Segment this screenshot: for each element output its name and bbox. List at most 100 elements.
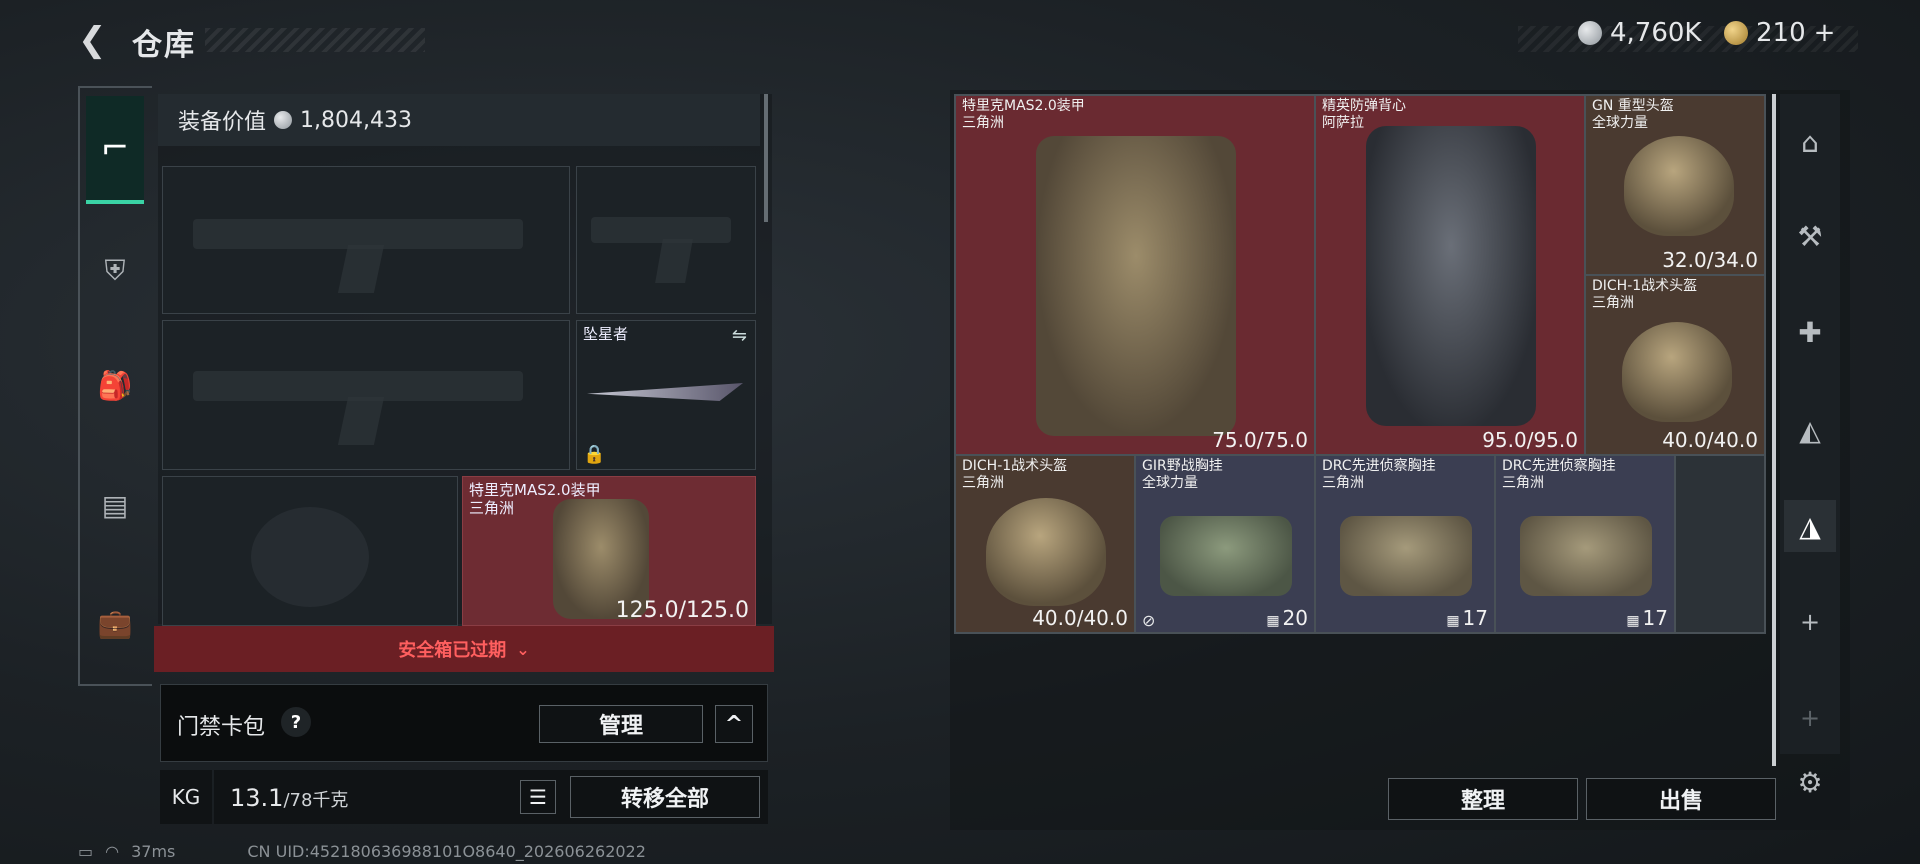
medkit-filter-icon[interactable]: ✚ <box>1784 306 1836 358</box>
knife-image <box>587 383 743 401</box>
item-capacity: ▦ 20 <box>1266 606 1308 630</box>
pistol-slot[interactable] <box>576 166 756 314</box>
ping-value: 37ms <box>131 842 176 861</box>
capacity-value: 17 <box>1462 606 1488 630</box>
armor-image <box>1036 136 1236 436</box>
help-icon[interactable]: ? <box>281 707 311 737</box>
rifle-grip-silhouette <box>337 397 385 445</box>
keycard-label: 门禁卡包 <box>177 715 266 740</box>
sell-button[interactable]: 出售 <box>1586 778 1776 820</box>
safebox-expired-banner[interactable]: 安全箱已过期 ⌄ <box>154 626 774 672</box>
back-icon[interactable]: ❮ <box>78 20 112 60</box>
selected-filter-icon[interactable]: ◮ <box>1784 500 1836 552</box>
armor-slot[interactable]: 特里克MAS2.0装甲 三角洲 125.0/125.0 <box>462 476 756 626</box>
silver-coin-icon <box>1578 21 1602 45</box>
item-label: 特里克MAS2.0装甲 三角洲 <box>962 98 1085 132</box>
tab-weapons[interactable]: ⌐ <box>86 96 144 204</box>
gold-amount: 210 <box>1756 18 1806 48</box>
weight-max: /78千克 <box>283 790 349 811</box>
capacity-value: 17 <box>1642 606 1668 630</box>
inventory-scrollbar[interactable] <box>1772 94 1776 766</box>
transfer-all-button[interactable]: 转移全部 <box>570 776 760 818</box>
currency-gold[interactable]: 210 + <box>1724 18 1835 48</box>
inventory-item[interactable]: DRC先进侦察胸挂 三角洲 ▦ 17 <box>1315 455 1495 633</box>
primary-weapon-slot[interactable] <box>162 166 570 314</box>
melee-name: 坠星者 <box>583 325 629 343</box>
item-name: GN 重型头盔 <box>1592 98 1674 114</box>
swap-icon[interactable]: ⇋ <box>732 325 747 346</box>
gold-coin-icon <box>1724 21 1748 45</box>
safebox-text: 安全箱已过期 <box>398 640 507 661</box>
grid-capacity-icon: ▦ <box>1626 613 1640 629</box>
item-label: DRC先进侦察胸挂 三角洲 <box>1322 458 1436 492</box>
status-bar: ▭ ◠ 37ms CN UID:452180636988101O8640_202… <box>78 842 646 861</box>
collapse-button[interactable]: ^ <box>715 705 753 743</box>
chest-rig-image <box>1160 516 1292 596</box>
no-insure-icon: ⊘ <box>1142 611 1156 630</box>
item-source: 全球力量 <box>1142 475 1198 491</box>
list-view-icon[interactable]: ☰ <box>520 780 556 814</box>
item-capacity: ▦ 17 <box>1626 606 1668 630</box>
helmet-slot[interactable] <box>162 476 458 626</box>
tab-backpack[interactable]: 🎒 <box>86 356 144 414</box>
inventory-grid: 特里克MAS2.0装甲 三角洲 75.0/75.0 精英防弹背心 阿萨拉 95.0/… <box>954 94 1766 634</box>
sort-button[interactable]: 整理 <box>1388 778 1578 820</box>
item-source: 三角洲 <box>1502 475 1544 491</box>
weapon-filter-icon[interactable]: ⚒ <box>1784 210 1836 262</box>
item-durability: 32.0/34.0 <box>1662 248 1758 272</box>
chest-rig-image <box>1520 516 1652 596</box>
pistol-silhouette-icon <box>591 217 731 243</box>
item-name: DICH-1战术头盔 <box>1592 278 1698 294</box>
tab-chest-rig[interactable]: ▤ <box>86 476 144 534</box>
helmet-silhouette-icon <box>251 507 369 607</box>
weight-bar: 13.1/78千克 ☰ 转移全部 <box>214 770 768 824</box>
chest-rig-icon: ▤ <box>101 488 129 522</box>
wifi-icon: ◠ <box>105 842 120 861</box>
item-durability: 95.0/95.0 <box>1482 428 1578 452</box>
grid-capacity-icon: ▦ <box>1266 613 1280 629</box>
top-bar: ❮ 仓库 4,760K 210 + <box>0 0 1920 80</box>
item-source: 全球力量 <box>1592 115 1648 131</box>
inventory-item[interactable]: DICH-1战术头盔 三角洲 40.0/40.0 <box>1585 275 1765 455</box>
empty-cell[interactable] <box>1675 455 1765 633</box>
add-currency-icon[interactable]: + <box>1814 18 1836 48</box>
loadout-scrollbar[interactable] <box>764 94 768 222</box>
pistol-grip-silhouette <box>655 239 693 283</box>
item-name: DICH-1战术头盔 <box>962 458 1068 474</box>
pistol-icon: ⌐ <box>100 128 130 168</box>
secondary-weapon-slot[interactable] <box>162 320 570 470</box>
inventory-item[interactable]: 精英防弹背心 阿萨拉 95.0/95.0 <box>1315 95 1585 455</box>
battery-icon: ▭ <box>78 842 94 861</box>
item-name: GIR野战胸挂 <box>1142 458 1223 474</box>
page-title: 仓库 <box>132 28 196 63</box>
helmet-filter-icon[interactable]: ⌂ <box>1784 116 1836 168</box>
helmet-image <box>1624 136 1734 236</box>
melee-slot[interactable]: 坠星者 ⇋ 🔒 <box>576 320 756 470</box>
backpack-icon: 🎒 <box>97 368 133 402</box>
manage-button[interactable]: 管理 <box>539 705 703 743</box>
grid-capacity-icon: ▦ <box>1446 613 1460 629</box>
settings-icon[interactable]: ⚙ <box>1784 756 1836 808</box>
tab-armor[interactable]: ⛨ <box>86 242 144 300</box>
inventory-item[interactable]: 特里克MAS2.0装甲 三角洲 75.0/75.0 <box>955 95 1315 455</box>
equipment-value: 1,804,433 <box>300 107 412 133</box>
armor-icon: ⛨ <box>104 254 126 287</box>
helmet-image <box>1622 322 1732 422</box>
item-name: 精英防弹背心 <box>1322 98 1406 114</box>
item-source: 三角洲 <box>962 115 1004 131</box>
weight-current: 13.1 <box>230 784 284 812</box>
add-icon[interactable]: + <box>1784 596 1836 648</box>
inventory-item[interactable]: GN 重型头盔 全球力量 32.0/34.0 <box>1585 95 1765 275</box>
inventory-item[interactable]: DICH-1战术头盔 三角洲 40.0/40.0 <box>955 455 1135 633</box>
item-label: DICH-1战术头盔 三角洲 <box>962 458 1067 492</box>
equipment-value-row: 装备价值 1,804,433 <box>158 94 760 146</box>
add-icon[interactable]: + <box>1784 692 1836 744</box>
inventory-item[interactable]: GIR野战胸挂 全球力量 ⊘ ▦ 20 <box>1135 455 1315 633</box>
rifle-grip-silhouette <box>337 245 385 293</box>
equipment-value-label: 装备价值 <box>178 110 267 135</box>
tab-toolbox[interactable]: 💼 <box>86 594 144 652</box>
inventory-item[interactable]: DRC先进侦察胸挂 三角洲 ▦ 17 <box>1495 455 1675 633</box>
item-source: 三角洲 <box>1322 475 1364 491</box>
armor-filter-icon[interactable]: ◭ <box>1784 404 1836 456</box>
chest-rig-image <box>1340 516 1472 596</box>
